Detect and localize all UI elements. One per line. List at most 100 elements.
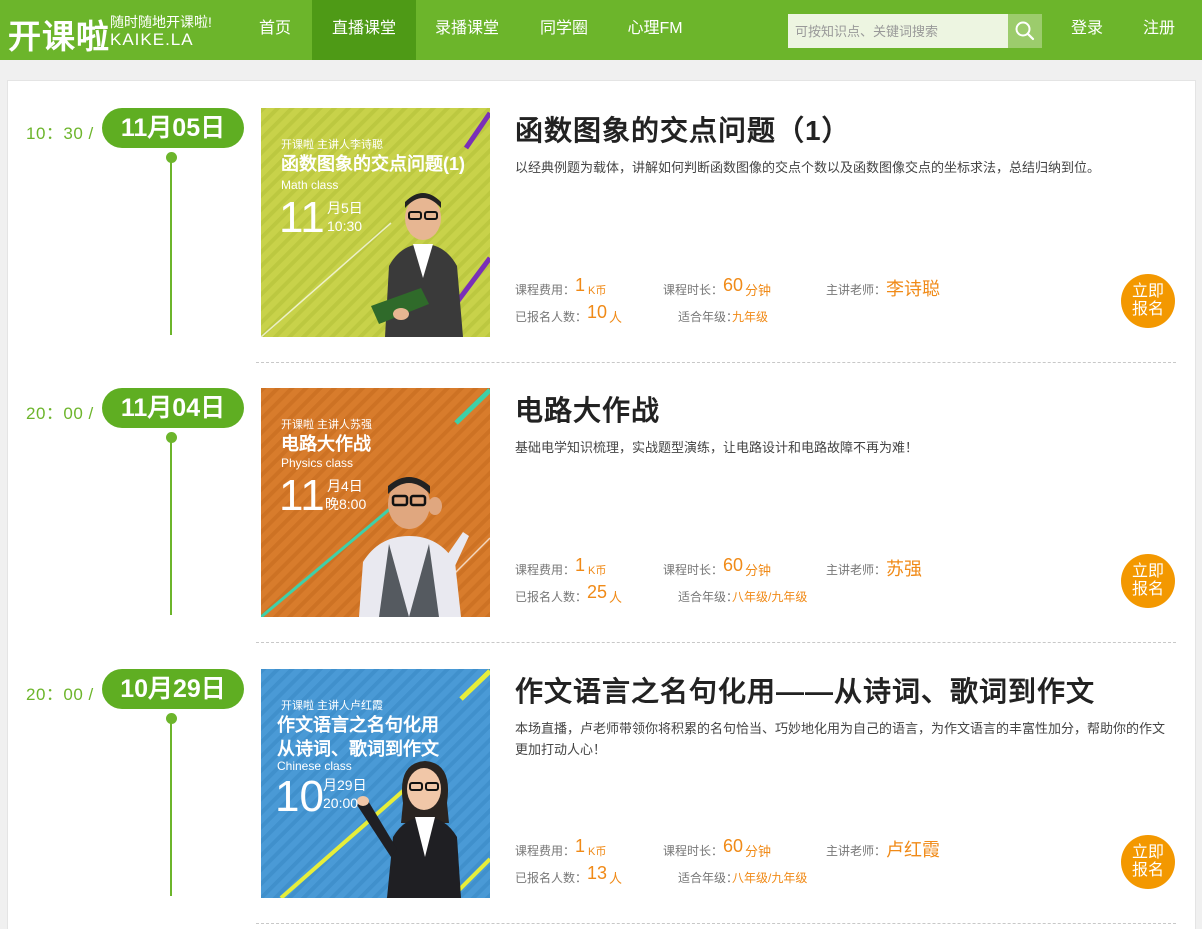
thumbnail-text: 开课啦 主讲人李诗聪 函数图象的交点问题(1) Math class 11 月5… [261,108,490,337]
login-link[interactable]: 登录 [1071,0,1103,60]
fee-unit: K币 [588,565,607,577]
nav-live-class[interactable]: 直播课堂 [312,0,416,60]
timeline-line [170,441,172,615]
course-date-badge: 10月29日 [102,669,244,709]
thumbnail-time: 20:00 [323,795,359,811]
course-item: 20：00 / 10月29日 开课啦 主讲人卢红霞 作文语言之名句化用 从诗词、… [8,642,1197,924]
course-title[interactable]: 作文语言之名句化用——从诗词、歌词到作文 [515,670,1095,710]
signup-label-line2: 报名 [1131,862,1164,879]
course-item: 20：00 / 11月04日 开课啦 主讲人苏强 电路大作战 Physics c… [8,361,1197,643]
top-navbar: 开课啦 随时随地开课啦! KAIKE.LA 首页 直播课堂 录播课堂 同学圈 心… [0,0,1202,60]
course-item: 10：30 / 11月05日 开课啦 主讲人李诗聪 函数图象的交点问题(1) M… [8,81,1197,363]
signup-button[interactable]: 立即 报名 [1121,554,1175,608]
duration-label: 课程时长： [663,844,724,858]
thumbnail-subject: Chinese class [277,759,352,773]
thumbnail-text: 开课啦 主讲人卢红霞 作文语言之名句化用 从诗词、歌词到作文 Chinese c… [261,669,490,898]
enrolled-value: 25 [587,582,608,602]
enrolled-unit: 人 [609,310,623,325]
grade-value: 八年级/九年级 [732,590,808,604]
course-description: 本场直播，卢老师带领你将积累的名句恰当、巧妙地化用为自己的语言，为作文语言的丰富… [515,721,1166,757]
grade-label: 适合年级： [678,871,739,885]
fee-value: 1 [575,555,586,575]
grade-value: 九年级 [732,310,769,324]
teacher-name[interactable]: 卢红霞 [886,836,940,862]
logo-domain: KAIKE.LA [110,30,194,49]
thumbnail-brand: 开课啦 主讲人卢红霞 [281,700,384,712]
thumbnail-title-line2: 从诗词、歌词到作文 [277,739,439,759]
course-thumbnail[interactable]: 开课啦 主讲人卢红霞 作文语言之名句化用 从诗词、歌词到作文 Chinese c… [261,669,490,898]
course-date-badge: 11月05日 [102,108,244,148]
thumbnail-brand: 开课啦 主讲人李诗聪 [281,139,384,151]
teacher-label: 主讲老师： [826,844,887,858]
search-icon [1015,21,1035,41]
nav-classmates[interactable]: 同学圈 [526,0,602,60]
teacher-label: 主讲老师： [826,283,887,297]
fee-label: 课程费用： [515,283,576,297]
course-time: 10：30 / [26,124,94,143]
duration-label: 课程时长： [663,283,724,297]
teacher-label: 主讲老师： [826,563,887,577]
thumbnail-time: 10:30 [327,218,363,234]
nav-psychology-fm[interactable]: 心理FM [614,0,696,60]
grade-label: 适合年级： [678,590,739,604]
fee-value: 1 [575,836,586,856]
course-time: 20：00 / [26,685,94,704]
enrolled-label: 已报名人数： [515,871,588,885]
duration-value: 60 [723,555,744,575]
search-button[interactable] [1008,14,1042,48]
live-course-list: 10：30 / 11月05日 开课啦 主讲人李诗聪 函数图象的交点问题(1) M… [7,80,1196,929]
timeline-line [170,722,172,896]
fee-value: 1 [575,275,586,295]
logo-text: 开课啦 [8,18,110,55]
fee-label: 课程费用： [515,563,576,577]
fee-label: 课程费用： [515,844,576,858]
register-link[interactable]: 注册 [1143,0,1175,60]
teacher-name[interactable]: 苏强 [886,555,922,581]
course-title[interactable]: 函数图象的交点问题（1） [515,109,851,149]
signup-label-line2: 报名 [1131,581,1164,598]
nav-recorded-class[interactable]: 录播课堂 [422,0,512,60]
search-input[interactable] [788,14,1008,48]
thumbnail-subject: Physics class [281,456,354,470]
grade-value: 八年级/九年级 [732,871,808,885]
course-thumbnail[interactable]: 开课啦 主讲人苏强 电路大作战 Physics class 11 月4日 晚8:… [261,388,490,617]
teacher-name[interactable]: 李诗聪 [886,275,940,301]
course-thumbnail[interactable]: 开课啦 主讲人李诗聪 函数图象的交点问题(1) Math class 11 月5… [261,108,490,337]
signup-button[interactable]: 立即 报名 [1121,835,1175,889]
signup-label-line2: 报名 [1131,301,1164,318]
fee-unit: K币 [588,285,607,297]
enrolled-label: 已报名人数： [515,310,588,324]
grade-label: 适合年级： [678,310,739,324]
enrolled-value: 13 [587,863,608,883]
course-date-badge: 11月04日 [102,388,244,428]
thumbnail-title: 作文语言之名句化用 [277,715,439,735]
course-description: 基础电学知识梳理，实战题型演练，让电路设计和电路故障不再为难！ [515,440,919,455]
enrolled-unit: 人 [609,590,623,605]
thumbnail-month: 10 [275,772,324,821]
thumbnail-title: 函数图象的交点问题(1) [281,154,465,174]
signup-label-line1: 立即 [1131,563,1164,580]
timeline-line [170,161,172,335]
duration-value: 60 [723,836,744,856]
duration-unit: 分钟 [745,563,772,578]
thumbnail-day: 月29日 [323,777,367,793]
duration-label: 课程时长： [663,563,724,577]
thumbnail-brand: 开课啦 主讲人苏强 [281,419,373,431]
signup-label-line1: 立即 [1131,844,1164,861]
thumbnail-month: 11 [279,193,325,242]
fee-unit: K币 [588,846,607,858]
search-box [788,14,1042,48]
course-divider [256,923,1176,924]
duration-unit: 分钟 [745,844,772,859]
thumbnail-text: 开课啦 主讲人苏强 电路大作战 Physics class 11 月4日 晚8:… [261,388,490,617]
thumbnail-subject: Math class [281,178,339,192]
nav-home[interactable]: 首页 [244,0,306,60]
thumbnail-time: 晚8:00 [325,496,367,512]
enrolled-label: 已报名人数： [515,590,588,604]
thumbnail-title: 电路大作战 [281,434,371,454]
duration-value: 60 [723,275,744,295]
signup-button[interactable]: 立即 报名 [1121,274,1175,328]
duration-unit: 分钟 [745,283,772,298]
course-title[interactable]: 电路大作战 [515,389,660,429]
logo-slogan: 随时随地开课啦! [110,14,212,30]
